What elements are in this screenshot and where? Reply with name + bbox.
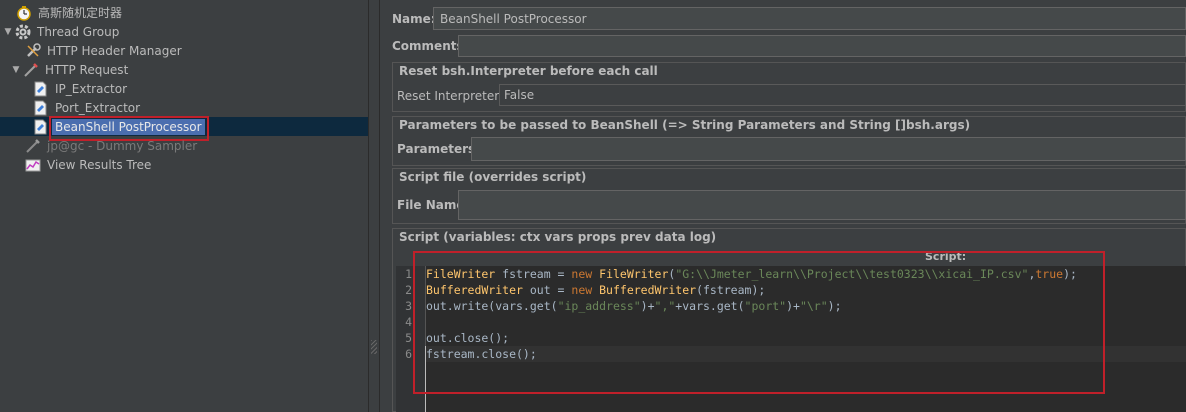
tree-item-label: Thread Group xyxy=(37,24,120,39)
chart-icon xyxy=(25,157,41,173)
text-caret xyxy=(425,346,426,362)
current-line-highlight xyxy=(426,346,1186,362)
code-line[interactable]: BufferedWriter out = new BufferedWriter(… xyxy=(426,282,765,298)
tree-item-port-extractor[interactable]: Port_Extractor xyxy=(0,98,368,117)
expand-arrow-icon[interactable]: ▼ xyxy=(3,27,13,37)
group-title: Script file (overrides script) xyxy=(399,170,587,184)
extractor-icon xyxy=(33,100,49,116)
pipette-icon xyxy=(25,138,41,154)
splitter-grip-icon[interactable] xyxy=(371,340,377,354)
tree-item-label: HTTP Request xyxy=(45,62,129,77)
group-title: Reset bsh.Interpreter before each call xyxy=(399,64,658,78)
tree-item-view-results-tree[interactable]: View Results Tree xyxy=(0,155,368,174)
line-number: 2 xyxy=(405,283,412,297)
code-line[interactable]: out.write(vars.get("ip_address")+","+var… xyxy=(426,298,842,314)
script-editor[interactable]: 1 2 3 4 5 6 FileWriter fstream = new Fil… xyxy=(396,266,1186,412)
comments-label: Comments: xyxy=(392,39,469,53)
tree-item-dummy-sampler[interactable]: jp@gc - Dummy Sampler xyxy=(0,136,368,155)
tree-item-http-header-manager[interactable]: HTTP Header Manager xyxy=(0,41,368,60)
gear-icon xyxy=(15,24,31,40)
extractor-icon xyxy=(33,81,49,97)
line-number: 4 xyxy=(405,315,412,329)
tree-item-label: IP_Extractor xyxy=(55,81,128,96)
tree-item-http-request[interactable]: ▼ HTTP Request xyxy=(0,60,368,79)
line-number: 6 xyxy=(405,347,412,361)
tree-item-label: 高斯随机定时器 xyxy=(38,5,123,20)
group-title: Script (variables: ctx vars props prev d… xyxy=(399,230,717,244)
parameters-field[interactable] xyxy=(471,137,1186,161)
group-title: Parameters to be passed to BeanShell (=>… xyxy=(399,118,971,132)
wrench-icon xyxy=(25,42,41,59)
tree-item-thread-group[interactable]: ▼ Thread Group xyxy=(0,22,368,41)
tree-item-label: View Results Tree xyxy=(47,157,152,172)
code-line[interactable]: FileWriter fstream = new FileWriter("G:\… xyxy=(426,266,1077,282)
panel-splitter[interactable] xyxy=(368,0,380,412)
pipette-icon xyxy=(23,62,39,78)
line-number-gutter: 1 2 3 4 5 6 xyxy=(396,266,426,412)
reset-interpreter-select[interactable]: False xyxy=(499,84,1186,106)
tree-item-beanshell-postprocessor[interactable]: BeanShell PostProcessor xyxy=(0,117,368,136)
test-plan-tree[interactable]: 高斯随机定时器 ▼ Thread Group HTTP Header Manag… xyxy=(0,0,368,412)
parameters-label: Parameters: xyxy=(397,142,480,156)
caret-guide xyxy=(425,362,426,412)
tree-item-gaussian-timer[interactable]: 高斯随机定时器 xyxy=(0,3,368,22)
tree-item-ip-extractor[interactable]: IP_Extractor xyxy=(0,79,368,98)
line-number: 1 xyxy=(405,267,412,281)
comments-field[interactable] xyxy=(458,35,1186,57)
tree-item-label: HTTP Header Manager xyxy=(47,43,182,58)
script-label: Script: xyxy=(925,250,967,263)
expand-arrow-icon[interactable]: ▼ xyxy=(11,65,21,75)
code-line[interactable]: fstream.close(); xyxy=(426,346,537,362)
tree-item-label: Port_Extractor xyxy=(55,100,141,115)
code-line[interactable]: out.close(); xyxy=(426,330,509,346)
line-number: 3 xyxy=(405,299,412,313)
tree-item-label: BeanShell PostProcessor xyxy=(52,118,205,135)
reset-interpreter-label: Reset Interpreter: xyxy=(397,89,504,103)
name-label: Name: xyxy=(392,12,436,26)
timer-icon xyxy=(16,5,32,21)
line-number: 5 xyxy=(405,331,412,345)
file-name-field[interactable] xyxy=(458,190,1186,220)
tree-item-label: jp@gc - Dummy Sampler xyxy=(47,138,198,153)
beanshell-icon xyxy=(33,119,49,135)
name-field[interactable]: BeanShell PostProcessor xyxy=(433,7,1186,30)
